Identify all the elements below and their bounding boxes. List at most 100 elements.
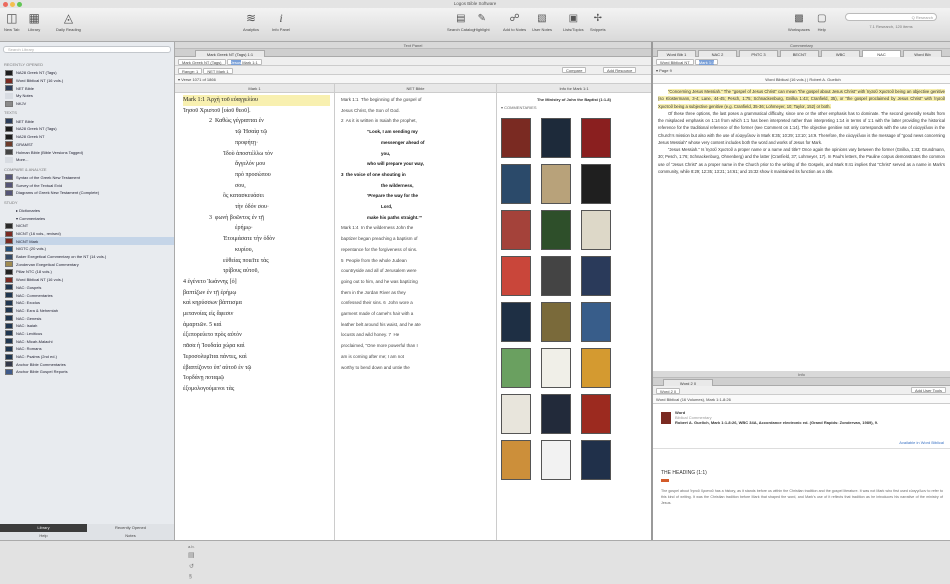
sidebar-item[interactable]: NAC: Genesis: [0, 314, 174, 322]
commentary-cover-thumbnail[interactable]: [541, 210, 571, 250]
commentary-cover-thumbnail[interactable]: [581, 302, 611, 342]
toolbar-add-notes[interactable]: ☍ Add to Notes: [503, 12, 526, 32]
sidebar-item[interactable]: NAC: Exodus: [0, 299, 174, 307]
english-line[interactable]: going out to him, and he was baptizing: [341, 277, 492, 288]
english-line[interactable]: repentance for the forgiveness of sins.: [341, 245, 492, 256]
english-line[interactable]: the wilderness,: [341, 181, 492, 192]
english-line[interactable]: confessed their sins. 6 John wore a: [341, 298, 492, 309]
add-resource-button[interactable]: Add Resource: [603, 67, 637, 73]
info-tab[interactable]: Word 2 0: [663, 379, 713, 386]
commentary-cover-thumbnail[interactable]: [501, 118, 531, 158]
compare-button[interactable]: Compare: [562, 67, 587, 73]
commentary-cover-thumbnail[interactable]: [501, 394, 531, 434]
sidebar-item[interactable]: Holman Bible (Bible Versions Tagged): [0, 148, 174, 156]
tab-mark-greek[interactable]: Mark Greek NT (Tags) 1:1: [195, 50, 265, 57]
panel-add-icon[interactable]: ▤: [188, 551, 195, 559]
sidebar-item[interactable]: NAC: Gospels: [0, 284, 174, 292]
greek-line[interactable]: 3 φωνὴ βοῶντος ἐν τῇ: [183, 213, 330, 224]
sidebar-item[interactable]: NAC: Psalms (2nd ed.): [0, 353, 174, 361]
toolbar-daily-reading[interactable]: ◬ Daily Reading: [56, 12, 81, 33]
sidebar-item[interactable]: NAC: Micah-Malachi: [0, 337, 174, 345]
english-line[interactable]: leather belt around his waist, and he at…: [341, 320, 492, 331]
sidebar-item[interactable]: NICNT Mark: [0, 237, 174, 246]
greek-line[interactable]: τρίβους αὐτοῦ,: [183, 266, 330, 277]
greek-line[interactable]: Ἑτοιμάσατε τὴν ὁδὸν: [183, 234, 330, 245]
commentary-cover-thumbnail[interactable]: [501, 440, 531, 480]
greek-line[interactable]: ὃς κατασκευάσει: [183, 191, 330, 202]
sidebar-item[interactable]: NA28 Greek NT: [0, 133, 174, 141]
sidebar-item[interactable]: NAC: Romans: [0, 345, 174, 353]
greek-line[interactable]: σου,: [183, 181, 330, 192]
commentary-cover-thumbnail[interactable]: [581, 348, 611, 388]
toolbar-info[interactable]: i Info Panel: [272, 12, 290, 33]
toolbar-library[interactable]: ▦ Library: [28, 12, 40, 33]
commentary-cover-thumbnail[interactable]: [501, 210, 531, 250]
research-search-input[interactable]: Q Research: [845, 13, 937, 21]
commentary-cover-thumbnail[interactable]: [541, 256, 571, 296]
english-line[interactable]: you,: [341, 149, 492, 160]
english-line[interactable]: Mark 1:1 The beginning of the gospel of: [341, 95, 492, 106]
sidebar-item[interactable]: Syntax of the Greek New Testament: [0, 174, 174, 182]
zoom-window-button[interactable]: [17, 2, 22, 7]
commentary-tab[interactable]: NAC: [862, 50, 901, 57]
toolbar-snippets[interactable]: ✢ Snippets: [590, 12, 606, 32]
greek-line[interactable]: ἁμαρτιῶν. 5 καὶ: [183, 320, 330, 331]
close-window-button[interactable]: [3, 2, 8, 7]
reference-input[interactable]: Jesus Mark 1:1: [226, 58, 262, 65]
sidebar-item[interactable]: NET Bible: [0, 84, 174, 92]
media-column-header[interactable]: Info for Mark 1:1: [497, 84, 651, 93]
greek-line[interactable]: Ἱεροσολυμῖται πάντες, καὶ: [183, 352, 330, 363]
sidebar-item[interactable]: Word Biblical NT (16 vols.): [0, 276, 174, 284]
english-line[interactable]: make his paths straight.’”: [341, 213, 492, 224]
sidebar-item[interactable]: Pillar NTC (18 vols.): [0, 268, 174, 276]
sidebar-item[interactable]: ▸ Dictionaries: [0, 207, 174, 215]
english-line[interactable]: Mark 1:4 In the wilderness John the: [341, 223, 492, 234]
toolbar-new-tab[interactable]: ◫ New Tab: [4, 12, 20, 33]
greek-line[interactable]: ἄγγελόν μου: [183, 159, 330, 170]
sidebar-item[interactable]: NA28 Greek NT (Tags): [0, 125, 174, 133]
availability-link[interactable]: Available in Word Biblical: [899, 440, 944, 445]
toolbar-user-notes[interactable]: ▧ User Notes: [532, 12, 552, 32]
english-line[interactable]: who will prepare your way,: [341, 159, 492, 170]
english-line[interactable]: Lord,: [341, 202, 492, 213]
commentary-reference-input[interactable]: Mark 1:1: [694, 58, 719, 65]
sidebar-item[interactable]: NIGTC (20 vols.): [0, 245, 174, 253]
sidebar-item[interactable]: NAC: Ezra & Nehemiah: [0, 307, 174, 315]
greek-line[interactable]: ἐβαπτίζοντο ὑπ' αὐτοῦ ἐν τῷ: [183, 363, 330, 374]
toolbar-analytics[interactable]: ≋ Analytics: [243, 12, 259, 33]
sidebar-item[interactable]: NAC: Commentaries: [0, 291, 174, 299]
greek-line[interactable]: 4 ἐγένετο Ἰωάννης [ὁ]: [183, 277, 330, 288]
info-field[interactable]: Word 2 0: [656, 387, 681, 394]
commentary-cover-thumbnail[interactable]: [581, 440, 611, 480]
commentary-cover-thumbnail[interactable]: [501, 256, 531, 296]
greek-line[interactable]: εὐθείας ποιεῖτε τὰς: [183, 256, 330, 267]
english-line[interactable]: worthy to bend down and untie the: [341, 363, 492, 374]
sidebar-item[interactable]: Survey of the Textual Evid: [0, 181, 174, 189]
english-line[interactable]: them in the Jordan River as they: [341, 288, 492, 299]
greek-line[interactable]: πᾶσα ἡ Ἰουδαία χώρα καὶ: [183, 341, 330, 352]
greek-line[interactable]: μετανοίας εἰς ἄφεσιν: [183, 309, 330, 320]
english-line[interactable]: countryside and all of Jerusalem were: [341, 266, 492, 277]
commentary-cover-thumbnail[interactable]: [501, 302, 531, 342]
english-line[interactable]: messenger ahead of: [341, 138, 492, 149]
sidebar-item[interactable]: Anchor Bible Commentaries: [0, 360, 174, 368]
greek-line[interactable]: ἐρήμῳ·: [183, 223, 330, 234]
toolbar-workspaces[interactable]: ▩ Workspaces: [788, 12, 810, 32]
sidebar-item[interactable]: NET Bible: [0, 117, 174, 125]
sidebar-item[interactable]: Zondervan Exegetical Commentary: [0, 260, 174, 268]
commentary-tab[interactable]: BECNT: [780, 50, 819, 57]
commentary-cover-thumbnail[interactable]: [541, 164, 571, 204]
commentary-cover-thumbnail[interactable]: [541, 440, 571, 480]
greek-line[interactable]: ἐξεπορεύετο πρὸς αὐτὸν: [183, 330, 330, 341]
english-line[interactable]: “Look, I am sending my: [341, 127, 492, 138]
commentary-cover-thumbnail[interactable]: [541, 394, 571, 434]
sidebar-item[interactable]: My Notes: [0, 92, 174, 100]
greek-line[interactable]: πρὸ προσώπου: [183, 170, 330, 181]
commentary-tab[interactable]: NAC 2: [698, 50, 737, 57]
greek-line[interactable]: καὶ κηρύσσων βάπτισμα: [183, 298, 330, 309]
commentary-cover-thumbnail[interactable]: [581, 256, 611, 296]
english-line[interactable]: 3 the voice of one shouting in: [341, 170, 492, 181]
english-line[interactable]: locusts and wild honey. 7 He: [341, 330, 492, 341]
commentary-cover-thumbnail[interactable]: [581, 210, 611, 250]
sidebar-item[interactable]: Word Biblical NT (16 vols.): [0, 77, 174, 85]
